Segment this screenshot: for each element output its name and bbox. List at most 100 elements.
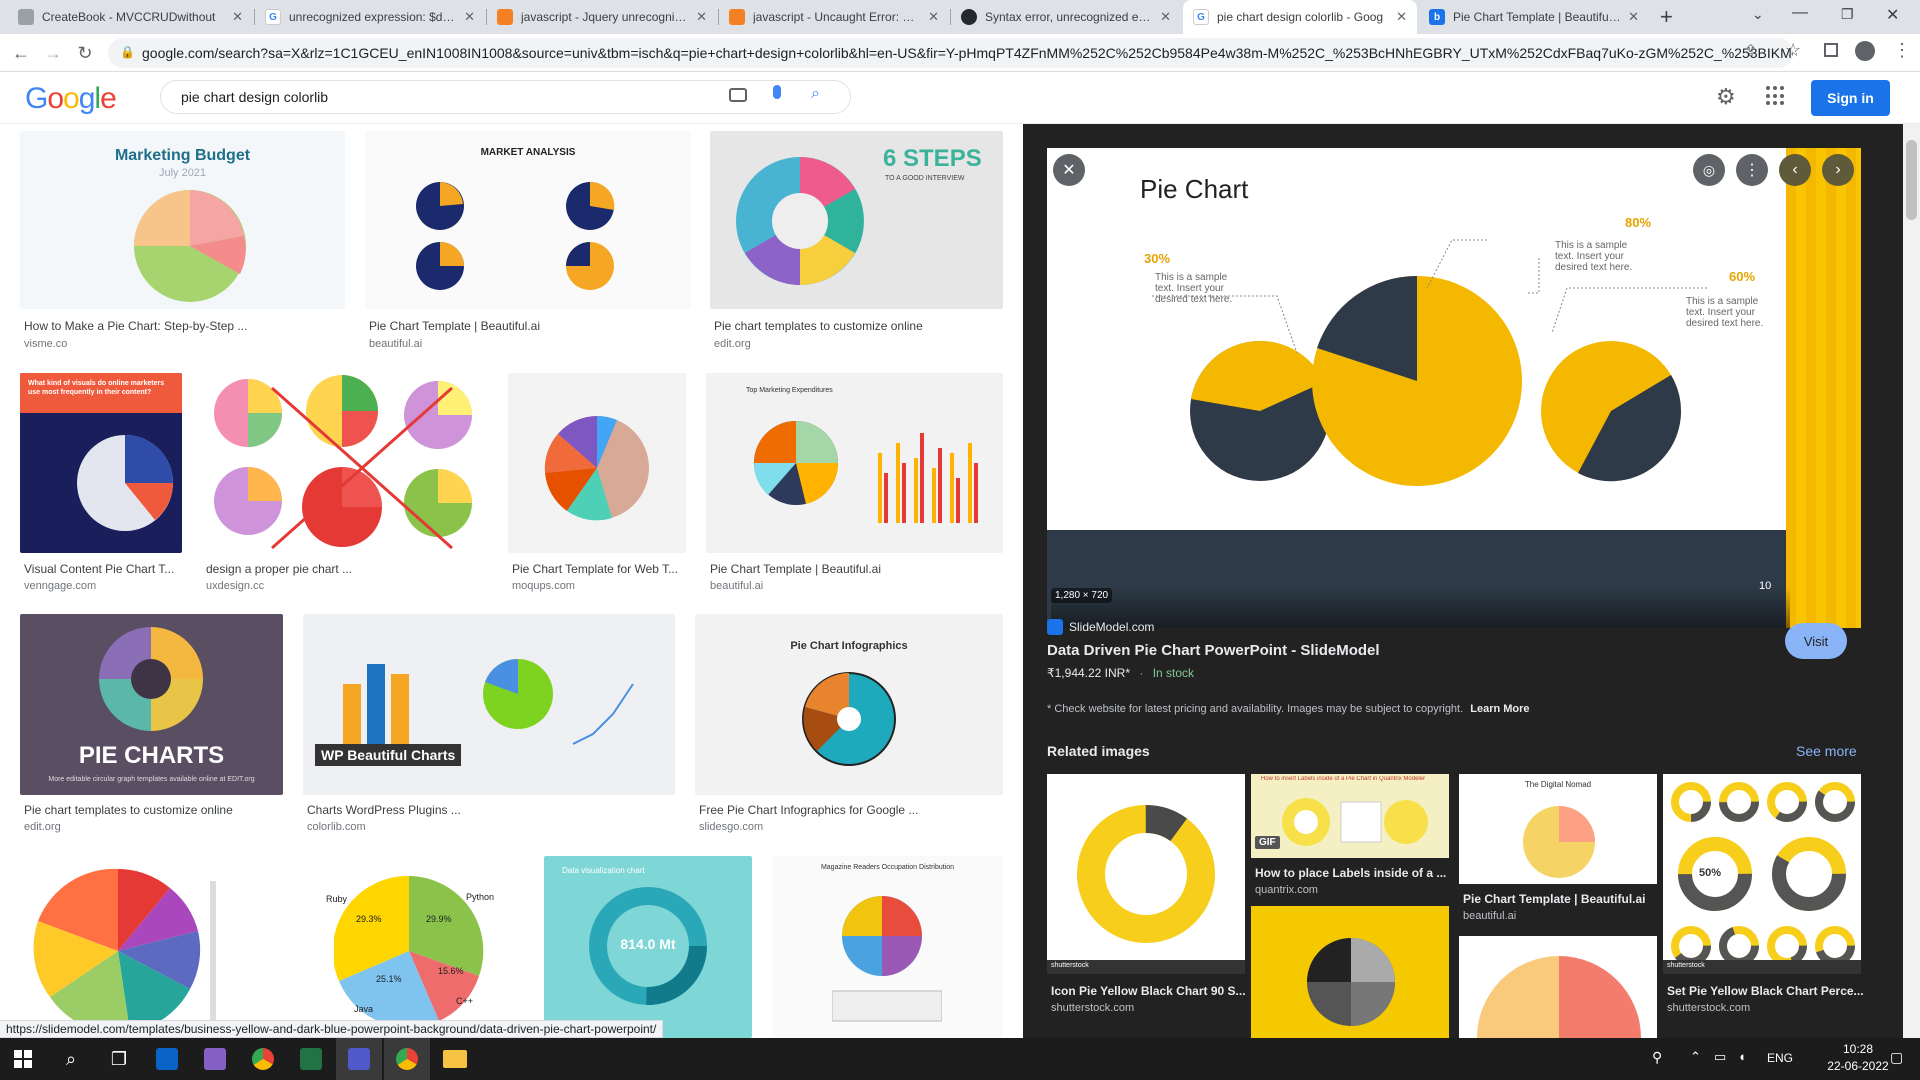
related-thumbnail[interactable]: The Digital Nomad (1459, 774, 1657, 884)
sign-in-button[interactable]: Sign in (1811, 80, 1890, 116)
tab-beautifulai[interactable]: b Pie Chart Template | Beautiful.ai ✕ (1419, 0, 1649, 34)
result-thumbnail[interactable] (20, 856, 276, 1038)
related-thumbnail[interactable]: 50% shutterstock (1663, 774, 1861, 974)
google-logo[interactable]: Google (25, 82, 117, 116)
close-icon[interactable]: ✕ (464, 9, 475, 25)
tray-chevron-icon[interactable]: ⌃ (1690, 1049, 1701, 1065)
related-image-card[interactable]: 50% shutterstock Set Pie Yellow Black Ch… (1663, 774, 1864, 1038)
clock-time[interactable]: 10:28 (1833, 1042, 1883, 1056)
learn-more-link[interactable]: Learn More (1470, 703, 1529, 715)
related-thumbnail[interactable]: How to insert Labels inside of a Pie Cha… (1251, 774, 1449, 858)
result-thumbnail[interactable]: MARKET ANALYSIS (365, 131, 691, 309)
people-icon[interactable]: ⚲ (1652, 1049, 1662, 1066)
close-icon[interactable]: ✕ (1628, 9, 1639, 25)
close-preview-button[interactable]: ✕ (1053, 154, 1085, 186)
related-caption[interactable]: Icon Pie Yellow Black Chart 90 S... (1051, 984, 1246, 998)
camera-icon[interactable] (729, 88, 747, 102)
result-caption[interactable]: Pie chart templates to customize online (714, 319, 999, 333)
result-thumbnail[interactable]: Data visualization chart 814.0 Mt (544, 856, 752, 1038)
lens-search-icon[interactable]: ◎ (1693, 154, 1725, 186)
tab-uncaught-error[interactable]: javascript - Uncaught Error: Synt ✕ (719, 0, 949, 34)
close-icon[interactable]: ✕ (928, 9, 939, 25)
result-card[interactable]: Magazine Readers Occupation Distribution (772, 856, 1003, 1038)
restore-button[interactable]: ❐ (1841, 6, 1854, 23)
notifications-icon[interactable]: ▢ (1890, 1049, 1903, 1066)
result-caption[interactable]: Pie Chart Template | Beautiful.ai (369, 319, 669, 333)
related-thumbnail[interactable] (1459, 936, 1657, 1038)
teams-icon[interactable] (336, 1038, 382, 1080)
related-thumbnail[interactable]: 90% shutterstock (1047, 774, 1245, 974)
result-caption[interactable]: Pie chart templates to customize online (24, 803, 279, 817)
window-close-button[interactable]: ✕ (1886, 5, 1899, 25)
result-caption[interactable]: Pie Chart Template for Web T... (512, 562, 684, 576)
result-card[interactable]: Marketing Budget July 2021 How to Make a… (20, 131, 345, 356)
search-box[interactable]: pie chart design colorlib ⌕ (160, 80, 851, 114)
site-name[interactable]: SlideModel.com (1069, 620, 1154, 634)
volume-icon[interactable]: ◖ (1738, 1049, 1746, 1064)
clock-date[interactable]: 22-06-2022 (1826, 1059, 1890, 1073)
result-card[interactable] (20, 856, 276, 1038)
next-image-button[interactable]: › (1822, 154, 1854, 186)
visit-button[interactable]: Visit (1785, 623, 1847, 659)
result-card[interactable]: MARKET ANALYSIS Pie Chart Template | Bea… (365, 131, 691, 356)
related-caption[interactable]: How to place Labels inside of a ... (1255, 866, 1446, 880)
result-thumbnail[interactable]: What kind of visuals do online marketers… (20, 373, 182, 553)
preview-title[interactable]: Data Driven Pie Chart PowerPoint - Slide… (1047, 642, 1380, 659)
bookmark-star-icon[interactable]: ☆ (1785, 40, 1801, 61)
result-caption[interactable]: Charts WordPress Plugins ... (307, 803, 667, 817)
tab-jquery-unrecognized[interactable]: javascript - Jquery unrecognized ✕ (487, 0, 717, 34)
result-caption[interactable]: Visual Content Pie Chart T... (24, 562, 179, 576)
windows-start-icon[interactable] (0, 1038, 46, 1080)
result-card[interactable]: WP Beautiful Charts Charts WordPress Plu… (303, 614, 675, 836)
reload-icon[interactable]: ↻ (70, 34, 100, 72)
share-icon[interactable]: ⇪ (1744, 41, 1757, 61)
result-caption[interactable]: Pie Chart Template | Beautiful.ai (710, 562, 995, 576)
minimize-button[interactable]: — (1792, 4, 1808, 22)
preview-image[interactable]: Pie Chart 30% This is a sample text. Ins… (1047, 148, 1786, 544)
related-caption[interactable]: Set Pie Yellow Black Chart Perce... (1667, 984, 1864, 998)
tab-syntax-error-github[interactable]: Syntax error, unrecognized expr ✕ (951, 0, 1181, 34)
settings-gear-icon[interactable]: ⚙ (1716, 84, 1736, 110)
outlook-icon[interactable] (144, 1038, 190, 1080)
close-icon[interactable]: ✕ (1396, 9, 1407, 25)
tab-createbook[interactable]: CreateBook - MVCCRUDwithout ✕ (8, 0, 253, 34)
result-thumbnail[interactable] (508, 373, 686, 553)
new-tab-button[interactable]: + (1660, 4, 1673, 30)
result-thumbnail[interactable] (202, 373, 488, 553)
file-explorer-icon[interactable] (432, 1038, 478, 1080)
result-card[interactable]: What kind of visuals do online marketers… (20, 373, 182, 597)
language-indicator[interactable]: ENG (1767, 1051, 1793, 1065)
result-card[interactable]: Data visualization chart 814.0 Mt (544, 856, 752, 1038)
scrollbar-thumb[interactable] (1906, 140, 1917, 220)
tab-search-chevron-icon[interactable]: ⌄ (1752, 6, 1764, 23)
result-thumbnail[interactable]: Pie Chart Infographics (695, 614, 1003, 795)
result-caption[interactable]: Free Pie Chart Infographics for Google .… (699, 803, 999, 817)
page-scrollbar[interactable] (1903, 124, 1920, 1038)
forward-icon[interactable]: → (38, 34, 68, 72)
close-icon[interactable]: ✕ (1160, 9, 1171, 25)
profile-avatar[interactable] (1855, 41, 1875, 61)
search-icon[interactable]: ⌕ (811, 85, 820, 103)
search-icon[interactable]: ⌕ (48, 1038, 94, 1080)
chrome-icon[interactable] (384, 1038, 430, 1080)
result-card[interactable]: design a proper pie chart ... uxdesign.c… (202, 373, 488, 597)
result-thumbnail[interactable]: Magazine Readers Occupation Distribution (772, 856, 1003, 1038)
result-thumbnail[interactable]: Ruby Python 29.3% 29.9% 25.1% 15.6% Java… (296, 856, 524, 1038)
related-thumbnail[interactable] (1251, 906, 1449, 1038)
result-card[interactable]: Pie Chart Template for Web T... moqups.c… (508, 373, 686, 597)
result-card[interactable]: PIE CHARTS More editable circular graph … (20, 614, 283, 836)
related-image-card[interactable]: The Digital Nomad Pie Chart Template | B… (1459, 774, 1657, 1038)
search-input[interactable]: pie chart design colorlib (181, 89, 328, 105)
related-image-card[interactable]: How to insert Labels inside of a Pie Cha… (1251, 774, 1449, 1038)
more-options-icon[interactable]: ⋮ (1736, 154, 1768, 186)
excel-icon[interactable] (288, 1038, 334, 1080)
see-more-link[interactable]: See more (1796, 743, 1857, 759)
close-icon[interactable]: ✕ (232, 9, 243, 25)
result-caption[interactable]: How to Make a Pie Chart: Step-by-Step ..… (24, 319, 324, 333)
result-card[interactable]: 6 STEPS TO A GOOD INTERVIEW Pie chart te… (710, 131, 1003, 356)
result-card[interactable]: Top Marketing Expenditures Pie Chart Tem… (706, 373, 1003, 597)
visual-studio-icon[interactable] (192, 1038, 238, 1080)
tab-unrecognized-expression[interactable]: G unrecognized expression: $ddlst ✕ (255, 0, 485, 34)
address-bar[interactable]: 🔒 google.com/search?sa=X&rlz=1C1GCEU_enI… (108, 38, 1793, 68)
result-thumbnail[interactable]: Top Marketing Expenditures (706, 373, 1003, 553)
